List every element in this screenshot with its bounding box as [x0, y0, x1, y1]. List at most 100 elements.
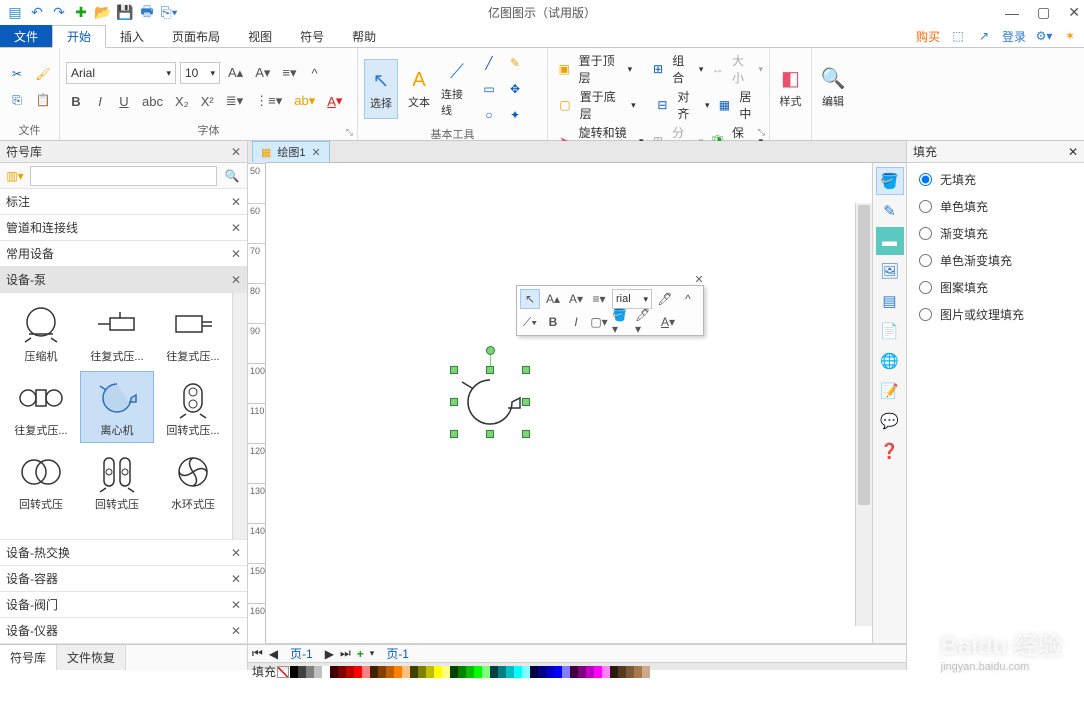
- close-cat-icon[interactable]: ✕: [231, 598, 241, 612]
- fill-option[interactable]: 无填充: [919, 171, 1072, 188]
- close-doc-icon[interactable]: ✕: [312, 146, 321, 159]
- fill-option[interactable]: 图片或纹理填充: [919, 306, 1072, 323]
- circle-tool-icon[interactable]: ○: [478, 104, 500, 126]
- edit-button[interactable]: 🔍编辑: [818, 57, 848, 117]
- bottom-tab-recover[interactable]: 文件恢复: [57, 645, 126, 670]
- color-swatch[interactable]: [530, 666, 538, 678]
- fill-option[interactable]: 渐变填充: [919, 225, 1072, 242]
- copy-icon[interactable]: ⎘: [6, 89, 28, 111]
- selected-shape[interactable]: [454, 370, 526, 434]
- mini-line-icon[interactable]: 🖊▾: [635, 312, 655, 332]
- color-swatch[interactable]: [610, 666, 618, 678]
- cat-pipe[interactable]: 管道和连接线✕: [0, 215, 247, 241]
- color-swatch[interactable]: [394, 666, 402, 678]
- resize-handle[interactable]: [486, 430, 494, 438]
- list-button[interactable]: ⋮≡▾: [251, 90, 286, 112]
- color-swatch[interactable]: [506, 666, 514, 678]
- align-icon[interactable]: ⊟: [652, 94, 674, 116]
- fill-option[interactable]: 图案填充: [919, 279, 1072, 296]
- mini-fill-icon[interactable]: 🪣▾: [612, 312, 632, 332]
- close-cat-icon[interactable]: ✕: [231, 572, 241, 586]
- superscript-button[interactable]: X²: [197, 90, 218, 112]
- shape-item[interactable]: 回转式压...: [156, 371, 230, 443]
- cat-callout[interactable]: 标注✕: [0, 189, 247, 215]
- anchor-tool-icon[interactable]: ✦: [504, 104, 526, 126]
- shape-item[interactable]: 回转式压: [4, 445, 78, 517]
- file-menu[interactable]: 文件: [0, 25, 52, 47]
- group-icon[interactable]: ⊞: [648, 58, 669, 80]
- shape-item[interactable]: 往复式压...: [4, 371, 78, 443]
- font-launcher-icon[interactable]: ⤡: [346, 127, 353, 138]
- color-swatch[interactable]: [426, 666, 434, 678]
- color-swatch[interactable]: [554, 666, 562, 678]
- color-swatch[interactable]: [586, 666, 594, 678]
- shape-item[interactable]: 离心机: [80, 371, 154, 443]
- line-tool-icon[interactable]: ╱: [478, 52, 500, 74]
- no-fill-swatch[interactable]: [277, 666, 289, 678]
- resize-handle[interactable]: [450, 398, 458, 406]
- close-panel-icon[interactable]: ✕: [231, 145, 241, 159]
- cat-heat[interactable]: 设备-热交换✕: [0, 540, 247, 566]
- fill-tool-icon[interactable]: 🪣: [876, 167, 904, 195]
- share-icon[interactable]: ↗: [976, 28, 992, 44]
- color-swatch[interactable]: [362, 666, 370, 678]
- color-swatch[interactable]: [442, 666, 450, 678]
- color-swatch[interactable]: [562, 666, 570, 678]
- color-swatch[interactable]: [290, 666, 298, 678]
- mini-highlight-icon[interactable]: 🖊: [655, 289, 675, 309]
- highlight-button[interactable]: ab▾: [290, 90, 319, 112]
- bullets-button[interactable]: ≣▾: [222, 90, 247, 112]
- app-icon[interactable]: ✶: [1062, 28, 1078, 44]
- doc-tab[interactable]: ▦ 绘图1 ✕: [252, 141, 330, 162]
- resize-handle[interactable]: [522, 430, 530, 438]
- prev-page-icon[interactable]: ◀: [269, 647, 278, 661]
- resize-handle[interactable]: [450, 366, 458, 374]
- line-tool-icon[interactable]: ✎: [876, 197, 904, 225]
- color-swatch[interactable]: [514, 666, 522, 678]
- mini-close-icon[interactable]: ✕: [692, 272, 706, 286]
- shape-item[interactable]: 往复式压...: [156, 297, 230, 369]
- font-name-select[interactable]: Arial▾: [66, 62, 176, 84]
- size-icon[interactable]: ↔: [707, 58, 728, 80]
- next-page-icon[interactable]: ▶: [325, 647, 334, 661]
- color-swatch[interactable]: [410, 666, 418, 678]
- color-swatch[interactable]: [330, 666, 338, 678]
- color-swatch[interactable]: [450, 666, 458, 678]
- tab-layout[interactable]: 页面布局: [158, 25, 234, 47]
- resize-handle[interactable]: [486, 366, 494, 374]
- cat-pump[interactable]: 设备-泵✕: [0, 267, 247, 293]
- arrange-launcher-icon[interactable]: ⤡: [758, 127, 765, 138]
- mini-shrink-font-icon[interactable]: A▾: [566, 289, 586, 309]
- mini-italic-icon[interactable]: I: [566, 312, 586, 332]
- color-swatch[interactable]: [522, 666, 530, 678]
- cat-instrument[interactable]: 设备-仪器✕: [0, 618, 247, 644]
- text-tool[interactable]: A文本: [402, 59, 436, 119]
- color-swatch[interactable]: [618, 666, 626, 678]
- color-swatch[interactable]: [634, 666, 642, 678]
- note-tool-icon[interactable]: 📝: [876, 377, 904, 405]
- resize-handle[interactable]: [522, 366, 530, 374]
- format-painter-icon[interactable]: 🖌: [32, 63, 54, 85]
- cat-vessel[interactable]: 设备-容器✕: [0, 566, 247, 592]
- mini-bold-icon[interactable]: B: [543, 312, 563, 332]
- color-swatch[interactable]: [314, 666, 322, 678]
- font-grow-icon[interactable]: A▴: [224, 62, 247, 84]
- comment-tool-icon[interactable]: 💬: [876, 407, 904, 435]
- color-swatch[interactable]: [578, 666, 586, 678]
- bold-button[interactable]: B: [66, 90, 86, 112]
- mini-more-icon[interactable]: ^: [678, 289, 698, 309]
- mini-align-icon[interactable]: ≡▾: [589, 289, 609, 309]
- canvas-page[interactable]: [266, 163, 872, 643]
- close-button[interactable]: ✕: [1068, 4, 1080, 21]
- first-page-icon[interactable]: ⏮: [252, 646, 263, 661]
- color-swatch[interactable]: [370, 666, 378, 678]
- fill-option[interactable]: 单色渐变填充: [919, 252, 1072, 269]
- symbol-search-input[interactable]: [30, 166, 217, 186]
- center-icon[interactable]: ▦: [714, 94, 736, 116]
- globe-tool-icon[interactable]: 🌐: [876, 347, 904, 375]
- login-link[interactable]: 登录: [1002, 28, 1026, 45]
- close-fill-icon[interactable]: ✕: [1068, 145, 1078, 159]
- fill-option[interactable]: 单色填充: [919, 198, 1072, 215]
- page-tab[interactable]: 页-1: [380, 645, 415, 662]
- mini-shape-style-icon[interactable]: ▢▾: [589, 312, 609, 332]
